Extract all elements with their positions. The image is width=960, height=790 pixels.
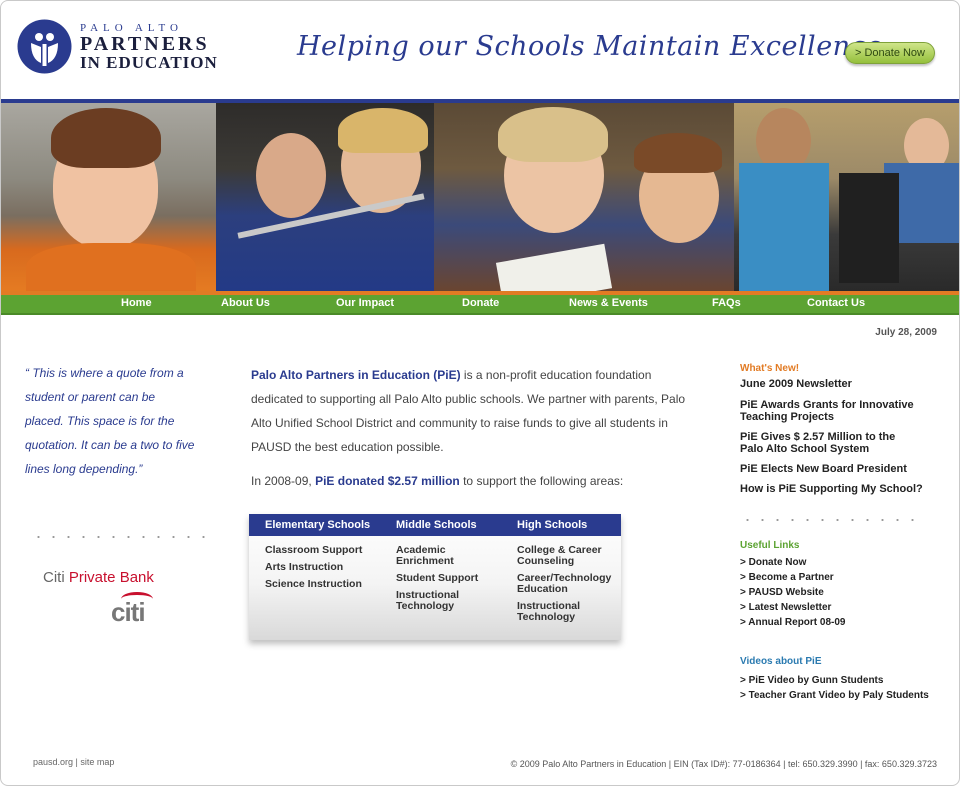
table-cell: Classroom Support (265, 544, 363, 556)
tagline: Helping our Schools Maintain Excellence (297, 31, 883, 62)
donation-line: In 2008-09, PiE donated $2.57 million to… (251, 474, 623, 488)
nav-donate[interactable]: Donate (462, 297, 499, 309)
logo-line1: PALO ALTO (80, 21, 183, 34)
citi-logo[interactable]: citi (111, 597, 146, 628)
nav-home[interactable]: Home (121, 297, 152, 309)
news-item[interactable]: PiE Gives $ 2.57 Million to the Palo Alt… (740, 431, 915, 455)
photo-boy-orange-shirt (1, 103, 216, 291)
useful-links-list: > Donate Now > Become a Partner > PAUSD … (740, 555, 846, 630)
useful-link[interactable]: > Donate Now (740, 555, 846, 570)
logo-line2: PARTNERS (80, 32, 210, 55)
col-high: College & Career Counseling Career/Techn… (517, 545, 617, 629)
org-name: Palo Alto Partners in Education (PiE) (251, 368, 461, 382)
right-divider (740, 519, 925, 521)
news-item[interactable]: How is PiE Supporting My School? (740, 483, 950, 495)
col-header-middle: Middle Schools (396, 519, 477, 531)
photo-banner (1, 103, 959, 291)
donation-pre: In 2008-09, (251, 474, 316, 488)
current-date: July 28, 2009 (875, 327, 937, 338)
donation-post: to support the following areas: (459, 474, 624, 488)
donate-now-button[interactable]: > Donate Now (845, 42, 935, 64)
videos-title: Videos about PiE (740, 656, 822, 667)
nav-about-us[interactable]: About Us (221, 297, 270, 309)
col-header-elementary: Elementary Schools (265, 519, 371, 531)
sponsor-citi-private-bank[interactable]: Citi Private Bank (43, 569, 154, 586)
whats-new-title: What's New! (740, 363, 800, 374)
main-nav: Home About Us Our Impact Donate News & E… (1, 295, 959, 315)
table-header: Elementary Schools Middle Schools High S… (249, 514, 621, 536)
photo-teacher-reading (434, 103, 734, 291)
photo-flute-students (216, 103, 434, 291)
useful-link[interactable]: > Become a Partner (740, 570, 846, 585)
table-cell: Student Support (396, 572, 479, 584)
useful-link[interactable]: > Latest Newsletter (740, 600, 846, 615)
main-intro: Palo Alto Partners in Education (PiE) is… (251, 363, 691, 459)
news-item[interactable]: PiE Elects New Board President (740, 463, 940, 475)
table-cell: Arts Instruction (265, 561, 344, 573)
donation-amount: PiE donated $2.57 million (315, 474, 460, 488)
col-elementary: Classroom Support Arts Instruction Scien… (265, 545, 385, 596)
col-middle: Academic Enrichment Student Support Inst… (396, 544, 478, 618)
useful-link[interactable]: > Annual Report 08-09 (740, 615, 846, 630)
nav-news-events[interactable]: News & Events (569, 297, 648, 309)
video-link[interactable]: > PiE Video by Gunn Students (740, 673, 950, 688)
table-cell: Science Instruction (265, 578, 362, 590)
footer-links[interactable]: pausd.org | site map (33, 757, 114, 767)
support-areas-table: Elementary Schools Middle Schools High S… (249, 514, 621, 640)
testimonial-quote: “ This is where a quote from a student o… (25, 366, 195, 476)
logo-line3: IN EDUCATION (80, 52, 218, 72)
col-header-high: High Schools (517, 519, 588, 531)
useful-link[interactable]: > PAUSD Website (740, 585, 846, 600)
sponsor-label-a: Citi (43, 569, 65, 586)
logo-mark-icon (17, 19, 72, 74)
nav-our-impact[interactable]: Our Impact (336, 297, 394, 309)
page-frame: PALO ALTO PARTNERS IN EDUCATION Helping … (0, 0, 960, 786)
footer-copyright: © 2009 Palo Alto Partners in Education |… (510, 759, 937, 769)
logo[interactable]: PALO ALTO PARTNERS IN EDUCATION (17, 19, 218, 74)
videos-list: > PiE Video by Gunn Students > Teacher G… (740, 673, 950, 703)
nav-faqs[interactable]: FAQs (712, 297, 741, 309)
table-cell: Academic Enrichment (396, 544, 454, 567)
left-divider (31, 536, 206, 538)
table-cell: College & Career Counseling (517, 544, 602, 567)
news-item[interactable]: June 2009 Newsletter (740, 378, 940, 390)
sponsor-label-b: Private Bank (68, 569, 154, 586)
useful-links-title: Useful Links (740, 540, 800, 551)
table-cell: Instructional Technology (517, 600, 581, 623)
header: PALO ALTO PARTNERS IN EDUCATION Helping … (1, 1, 959, 99)
table-cell: Career/Technology Education (517, 572, 612, 595)
table-cell: Instructional Technology (396, 589, 460, 612)
news-item[interactable]: PiE Awards Grants for Innovative Teachin… (740, 399, 930, 423)
photo-science-lab (734, 103, 959, 291)
nav-contact-us[interactable]: Contact Us (807, 297, 865, 309)
video-link[interactable]: > Teacher Grant Video by Paly Students (740, 688, 950, 703)
